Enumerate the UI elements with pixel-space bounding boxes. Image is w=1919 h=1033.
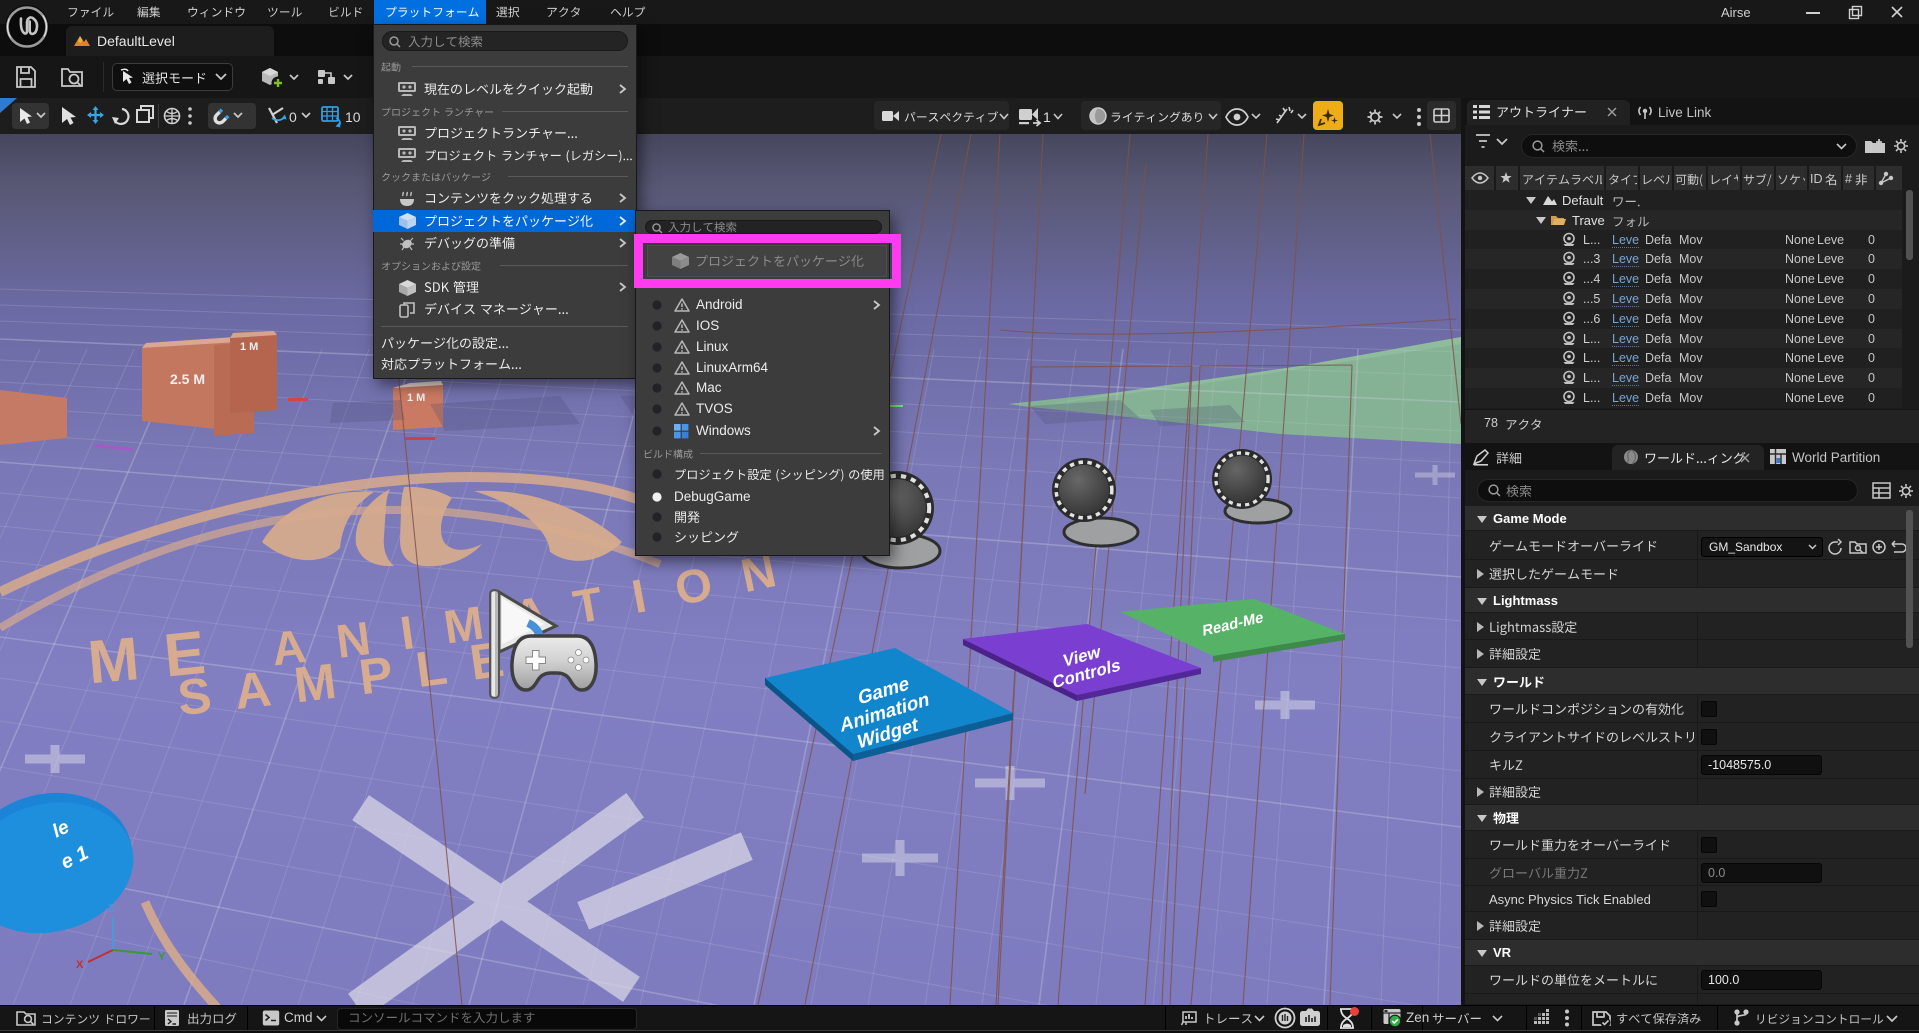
- svg-text:1 M: 1 M: [407, 392, 425, 404]
- svg-text:Y: Y: [158, 951, 166, 963]
- svg-text:Z: Z: [108, 903, 115, 915]
- svg-text:X: X: [76, 959, 84, 971]
- svg-text:2.5 M: 2.5 M: [170, 371, 205, 387]
- svg-text:1 M: 1 M: [240, 341, 258, 353]
